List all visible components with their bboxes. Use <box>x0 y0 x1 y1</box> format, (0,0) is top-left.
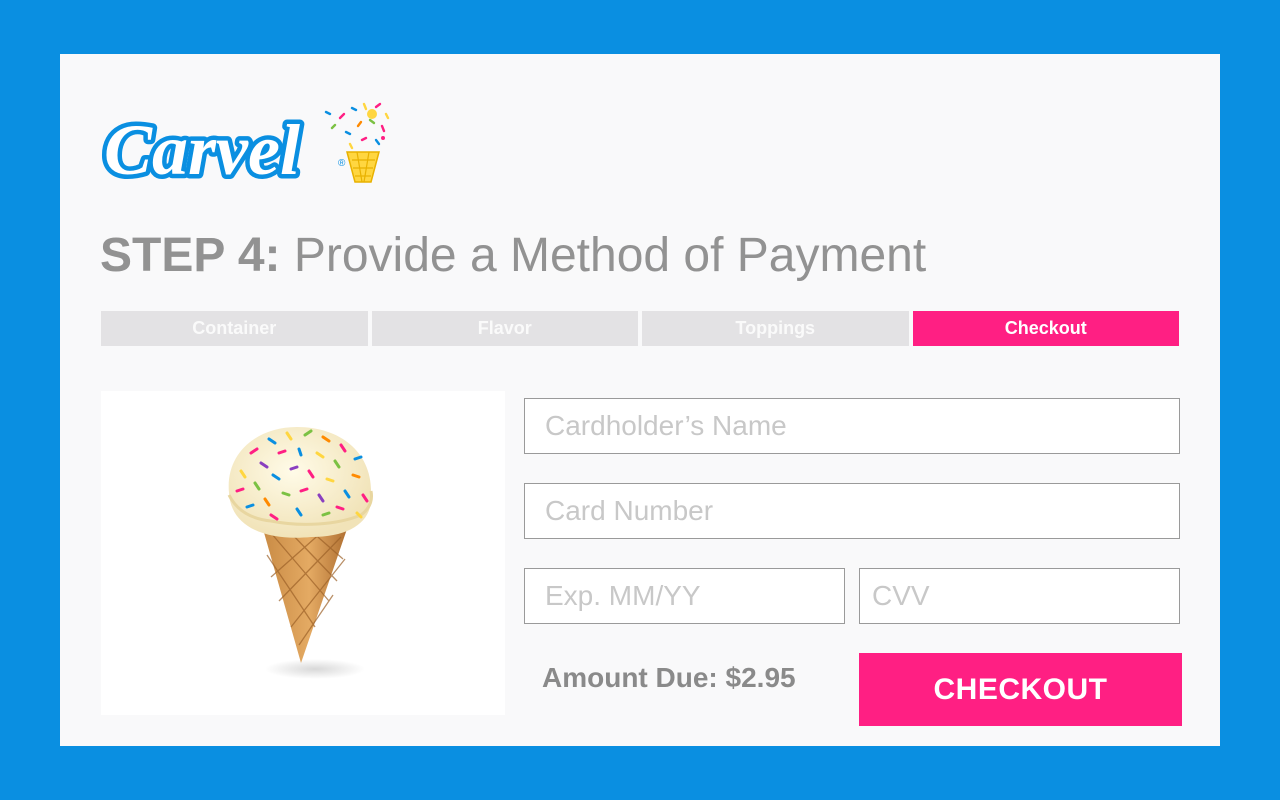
amount-due: Amount Due: $2.95 <box>542 662 796 693</box>
page-title: STEP 4: Provide a Method of Payment <box>100 226 926 286</box>
step-number: STEP 4: <box>100 229 281 282</box>
card-number-input[interactable] <box>524 483 1180 539</box>
step-tab-container[interactable]: Container <box>101 311 368 346</box>
expiry-input[interactable] <box>524 568 845 624</box>
cardholder-name-input[interactable] <box>524 398 1180 454</box>
product-image <box>101 391 505 715</box>
checkout-panel: Carvel ® STEP 4: Provide a Method of Pay… <box>60 54 1220 746</box>
step-tab-flavor[interactable]: Flavor <box>371 311 638 346</box>
progress-steps: Container Flavor Toppings Checkout <box>101 311 1179 346</box>
step-tab-checkout[interactable]: Checkout <box>912 311 1179 346</box>
step-title: Provide a Method of Payment <box>293 229 927 282</box>
step-tab-toppings[interactable]: Toppings <box>642 311 909 346</box>
cvv-input[interactable] <box>859 568 1180 624</box>
checkout-button[interactable]: CHECKOUT <box>859 653 1182 726</box>
svg-text:®: ® <box>338 158 346 169</box>
logo-wordmark: Carvel <box>104 110 300 188</box>
carvel-logo: Carvel ® <box>100 98 400 195</box>
